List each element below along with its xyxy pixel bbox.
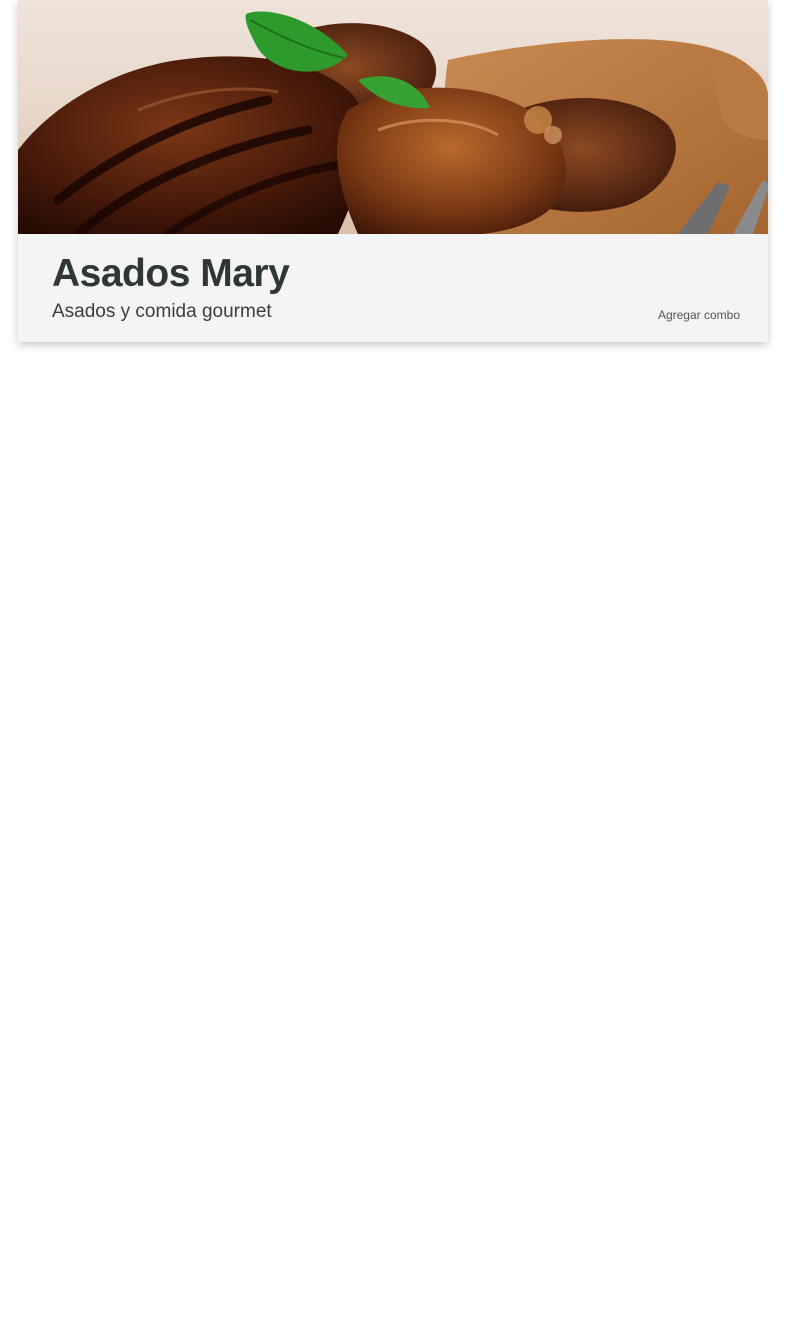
restaurant-info: Asados Mary Asados y comida gourmet Agre… xyxy=(18,234,768,342)
restaurant-card: Asados Mary Asados y comida gourmet Agre… xyxy=(18,0,768,342)
hero-image xyxy=(18,0,768,234)
restaurant-name: Asados Mary xyxy=(52,252,290,295)
restaurant-tagline: Asados y comida gourmet xyxy=(52,301,272,322)
add-combo-link[interactable]: Agregar combo xyxy=(658,308,740,322)
